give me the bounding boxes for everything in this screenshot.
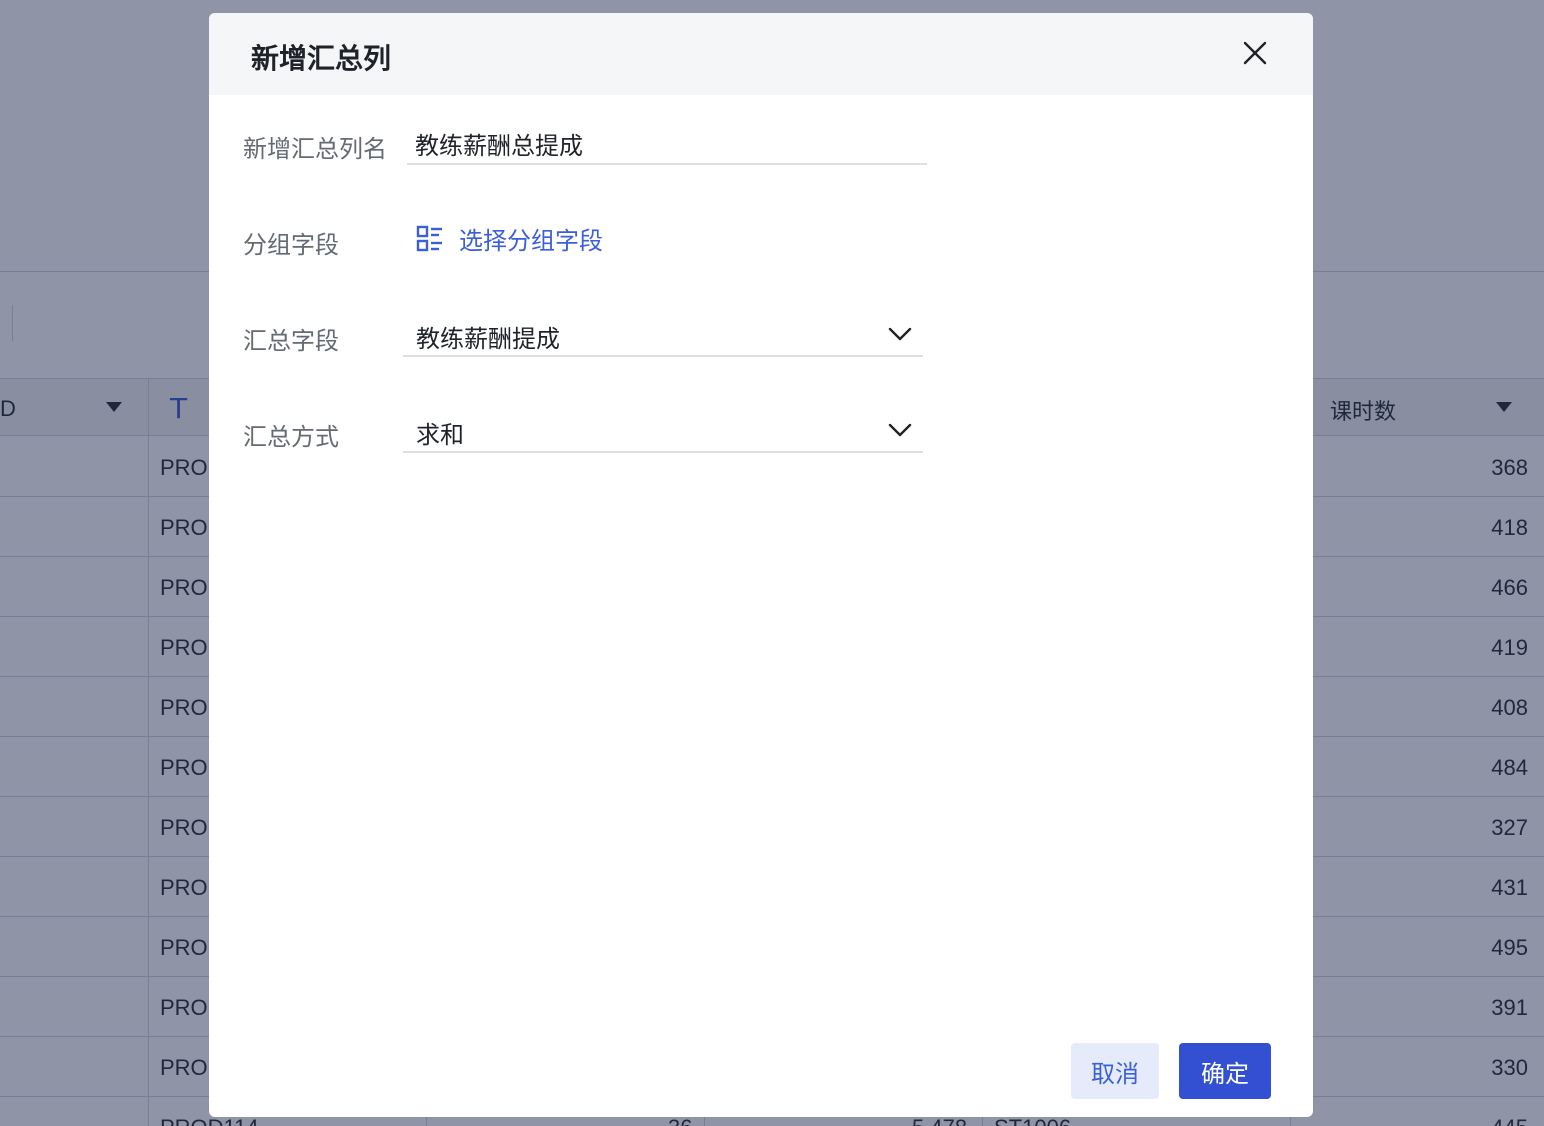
close-button[interactable]: [1237, 35, 1273, 71]
chevron-down-icon: [888, 327, 912, 341]
summary-field-label: 汇总字段: [243, 328, 339, 355]
summary-method-value: 求和: [416, 422, 464, 449]
close-icon: [1243, 41, 1267, 65]
group-field-label: 分组字段: [243, 232, 339, 259]
select-group-field-button[interactable]: 选择分组字段: [415, 221, 603, 256]
chevron-down-icon: [888, 423, 912, 437]
add-summary-column-dialog: 新增汇总列 新增汇总列名 分组字段 选择分组字段 汇总字段 教练薪酬提成 汇总: [209, 13, 1313, 1117]
summary-method-select[interactable]: 求和: [403, 411, 923, 453]
select-group-field-label[interactable]: 选择分组字段: [459, 221, 603, 256]
summary-field-select[interactable]: 教练薪酬提成: [403, 315, 923, 357]
summary-field-value: 教练薪酬提成: [416, 326, 560, 353]
confirm-button[interactable]: 确定: [1179, 1043, 1271, 1099]
cancel-button[interactable]: 取消: [1071, 1043, 1159, 1099]
group-list-icon: [416, 225, 442, 251]
dialog-header: 新增汇总列: [209, 13, 1313, 95]
summary-method-label: 汇总方式: [243, 424, 339, 451]
column-name-input[interactable]: [407, 123, 927, 165]
column-name-label: 新增汇总列名: [243, 136, 387, 163]
dialog-title: 新增汇总列: [251, 43, 392, 74]
